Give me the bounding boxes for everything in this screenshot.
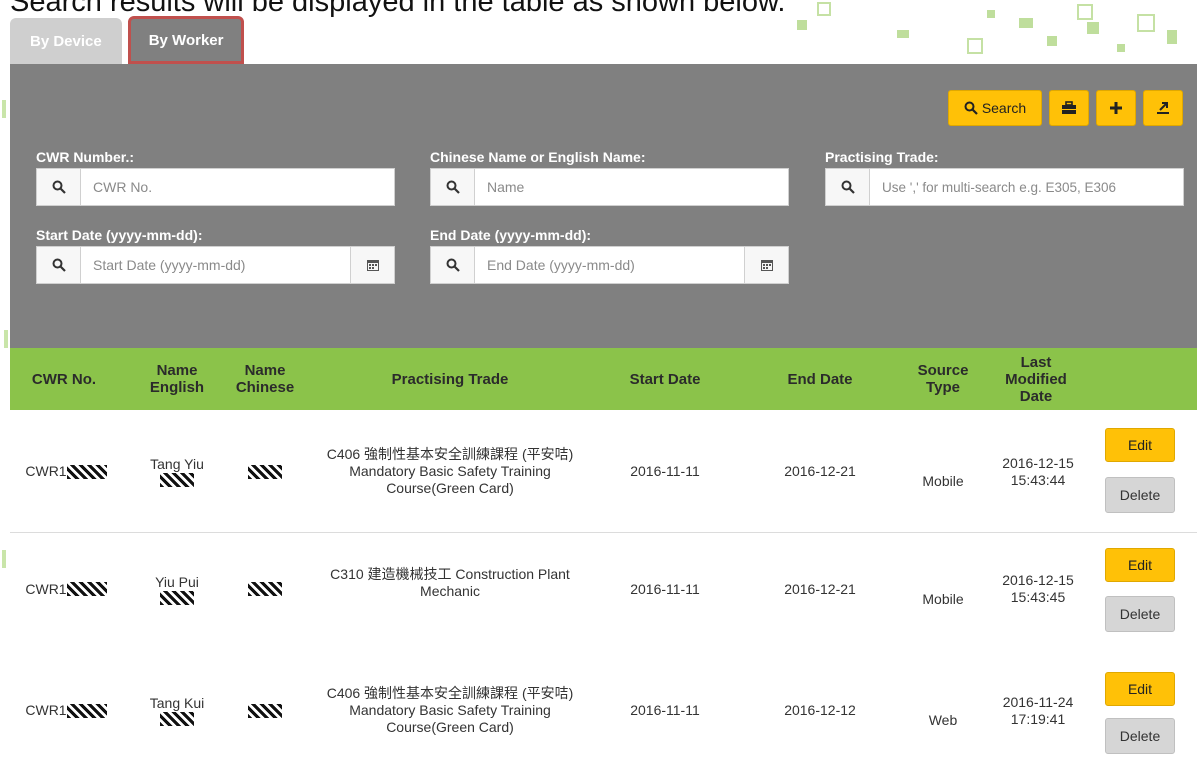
cell-end-date: 2016-12-21 — [784, 580, 856, 597]
cell-name-chinese — [230, 410, 300, 533]
practising-trade-label: Practising Trade: — [825, 149, 939, 165]
cell-last-modified: 2016-12-15 15:43:45 — [1002, 572, 1074, 605]
table-row: CWR1 Tang Yiu C406 強制性基本安全訓練課程 (平安咭) Man… — [10, 410, 1197, 533]
start-date-label: Start Date (yyyy-mm-dd): — [36, 227, 203, 243]
end-date-label: End Date (yyyy-mm-dd): — [430, 227, 592, 243]
cell-source-type: Mobile — [922, 473, 964, 489]
end-date-field[interactable]: End Date (yyyy-mm-dd) — [430, 246, 789, 284]
end-date-placeholder: End Date (yyyy-mm-dd) — [487, 257, 635, 273]
delete-button[interactable]: Delete — [1105, 477, 1175, 513]
cell-source-type: Web — [928, 712, 958, 728]
redacted-block — [66, 703, 107, 718]
header-cwr-no[interactable]: CWR No. — [10, 348, 118, 410]
cell-start-date: 2016-11-11 — [630, 463, 700, 479]
redacted-block — [160, 712, 194, 726]
delete-button[interactable]: Delete — [1105, 596, 1175, 632]
header-last-modified-date[interactable]: Last Modified Date — [998, 348, 1074, 410]
briefcase-icon — [1062, 101, 1076, 114]
decorative-pattern — [757, 0, 1197, 64]
tab-by-device[interactable]: By Device — [10, 18, 122, 64]
cwr-number-label: CWR Number.: — [36, 149, 134, 165]
header-name-chinese[interactable]: Name Chinese — [230, 348, 300, 410]
cell-name-chinese — [230, 533, 300, 645]
cell-cwr-no: CWR1 — [10, 533, 122, 645]
start-date-placeholder: Start Date (yyyy-mm-dd) — [93, 257, 246, 273]
cell-name-chinese — [230, 655, 300, 766]
tab-bar: By Device By Worker — [10, 16, 250, 64]
cell-source-type: Mobile — [922, 590, 964, 607]
cwr-number-placeholder: CWR No. — [93, 179, 153, 195]
search-icon — [37, 169, 81, 205]
cell-last-modified: 2016-12-15 15:43:44 — [1002, 454, 1074, 488]
table-row: CWR1 Yiu Pui C310 建造機械技工 Construction Pl… — [10, 533, 1197, 656]
header-end-date[interactable]: End Date — [750, 348, 890, 410]
name-field[interactable]: Name — [430, 168, 789, 206]
practising-trade-field[interactable]: Use ',' for multi-search e.g. E305, E306 — [825, 168, 1184, 206]
toolbar: Search — [948, 90, 1183, 126]
header-start-date[interactable]: Start Date — [600, 348, 730, 410]
header-name-english[interactable]: Name English — [142, 348, 212, 410]
cell-practising-trade: C406 強制性基本安全訓練課程 (平安咭) Mandatory Basic S… — [326, 446, 574, 496]
search-icon — [964, 101, 978, 115]
page-caption: Search results will be displayed in the … — [10, 0, 786, 18]
edit-button[interactable]: Edit — [1105, 548, 1175, 582]
redacted-block — [248, 464, 282, 479]
export-button[interactable] — [1143, 90, 1183, 126]
search-icon — [37, 247, 81, 283]
cell-end-date: 2016-12-21 — [784, 463, 856, 479]
cell-cwr-no: CWR1 — [10, 410, 122, 533]
tab-by-worker[interactable]: By Worker — [127, 16, 245, 64]
redacted-block — [160, 590, 194, 605]
search-icon — [826, 169, 870, 205]
cell-end-date: 2016-12-12 — [784, 702, 856, 718]
briefcase-button[interactable] — [1049, 90, 1089, 126]
cell-last-modified: 2016-11-24 17:19:41 — [1002, 693, 1074, 727]
name-label: Chinese Name or English Name: — [430, 149, 646, 165]
edit-button[interactable]: Edit — [1105, 428, 1175, 462]
header-source-type[interactable]: Source Type — [908, 348, 978, 410]
calendar-icon[interactable] — [350, 247, 394, 283]
redacted-block — [66, 582, 107, 596]
search-icon — [431, 247, 475, 283]
name-placeholder: Name — [487, 179, 525, 195]
start-date-field[interactable]: Start Date (yyyy-mm-dd) — [36, 246, 395, 284]
add-button[interactable] — [1096, 90, 1136, 126]
cell-start-date: 2016-11-11 — [630, 580, 700, 597]
header-practising-trade[interactable]: Practising Trade — [310, 348, 590, 410]
redacted-block — [160, 473, 194, 487]
calendar-icon[interactable] — [744, 247, 788, 283]
cwr-number-field[interactable]: CWR No. — [36, 168, 395, 206]
practising-trade-placeholder: Use ',' for multi-search e.g. E305, E306 — [882, 179, 1117, 195]
cell-cwr-no: CWR1 — [10, 655, 122, 766]
table-row: CWR1 Tang Kui C406 強制性基本安全訓練課程 (平安咭) Man… — [10, 655, 1197, 766]
search-button[interactable]: Search — [948, 90, 1042, 126]
cell-start-date: 2016-11-11 — [630, 702, 700, 718]
cell-practising-trade: C406 強制性基本安全訓練課程 (平安咭) Mandatory Basic S… — [326, 685, 574, 735]
redacted-block — [248, 582, 282, 596]
table-header: CWR No. Name English Name Chinese Practi… — [10, 348, 1197, 410]
cell-name-english: Tang Kui — [140, 655, 214, 766]
search-icon — [431, 169, 475, 205]
cell-name-english: Tang Yiu — [140, 410, 214, 533]
redacted-block — [248, 703, 282, 718]
cell-practising-trade: C310 建造機械技工 Construction Plant Mechanic — [330, 566, 570, 599]
redacted-block — [66, 464, 107, 479]
plus-icon — [1110, 102, 1122, 114]
delete-button[interactable]: Delete — [1105, 718, 1175, 754]
edit-button[interactable]: Edit — [1105, 672, 1175, 706]
cell-name-english: Yiu Pui — [140, 533, 214, 645]
export-icon — [1157, 102, 1169, 114]
